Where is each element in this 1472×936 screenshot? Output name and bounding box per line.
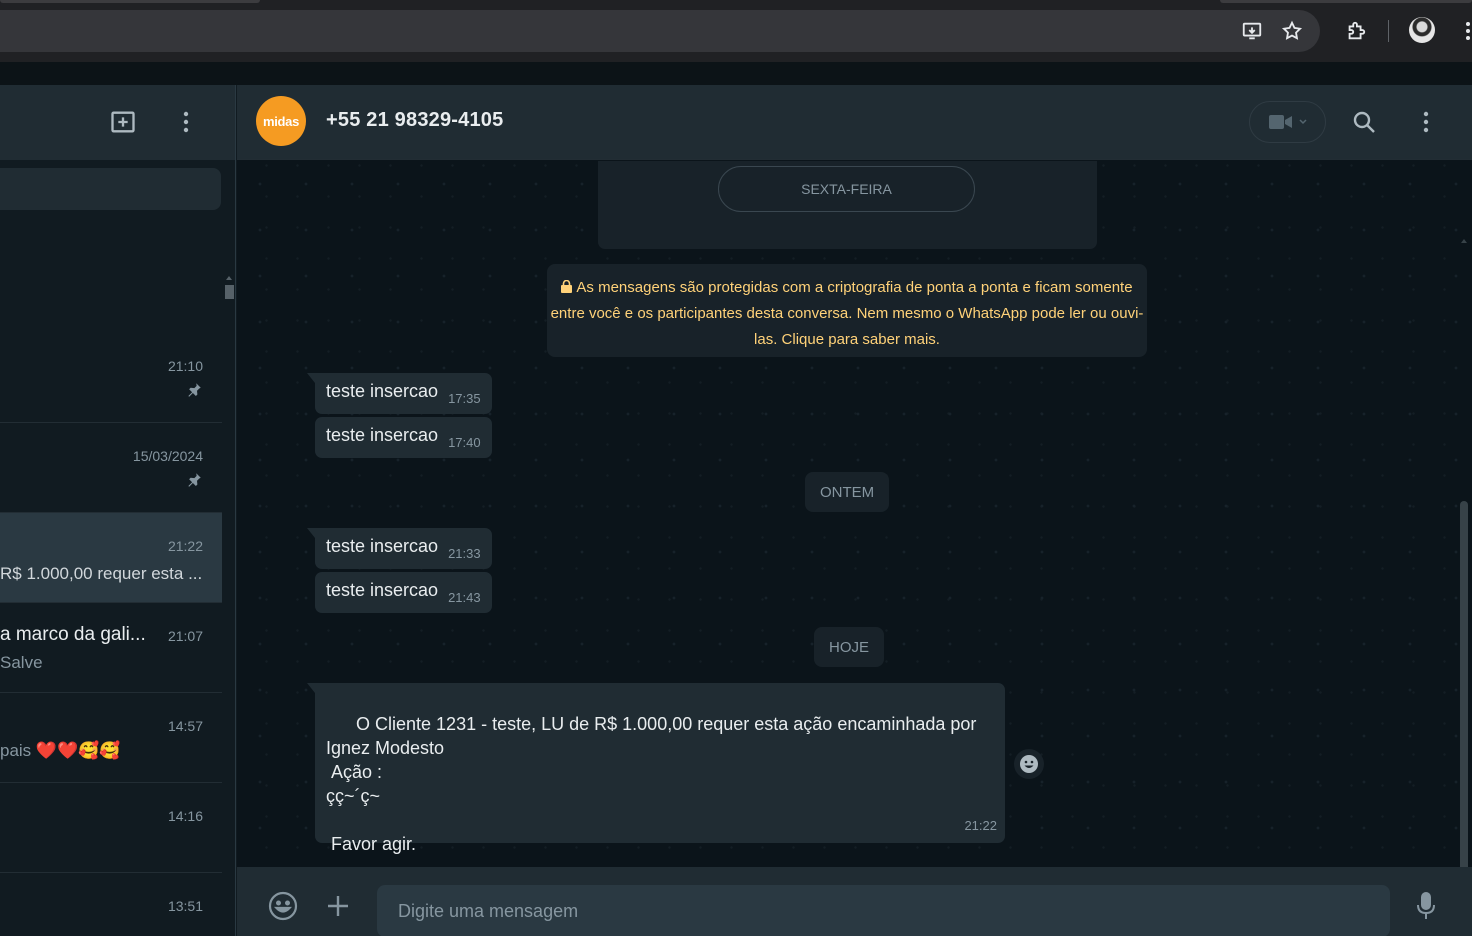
day-separator: HOJE <box>814 627 885 667</box>
chat-time: 14:57 <box>167 718 203 734</box>
chat-time: 21:07 <box>167 628 203 644</box>
scroll-up-arrow[interactable] <box>1461 239 1467 243</box>
contact-name[interactable]: +55 21 98329-4105 <box>326 109 503 132</box>
contact-avatar[interactable]: midas <box>256 96 306 146</box>
conversation-panel: midas +55 21 98329-4105 SEXTA-FEIRA As m… <box>237 85 1472 936</box>
chat-preview: pais ❤️❤️🥰🥰 <box>0 741 121 760</box>
chat-time: 21:22 <box>167 538 203 554</box>
reaction-emoji-icon[interactable] <box>1014 749 1044 779</box>
message-bubble[interactable]: teste insercao 17:40 <box>315 417 492 458</box>
chat-preview: Salve <box>0 653 43 672</box>
scroll-up-arrow[interactable] <box>226 276 232 280</box>
new-chat-icon[interactable] <box>108 107 138 137</box>
chat-list-item[interactable]: 15/03/2024 <box>0 423 222 513</box>
chat-list-item[interactable]: 14:57 pais ❤️❤️🥰🥰 <box>0 693 222 783</box>
chat-name: a marco da gali... <box>0 624 146 645</box>
attach-plus-icon[interactable] <box>321 889 355 923</box>
message-bubble[interactable]: O Cliente 1231 - teste, LU de R$ 1.000,0… <box>307 683 1005 854</box>
message-time: 17:40 <box>448 435 481 450</box>
app-top-band <box>0 62 1472 85</box>
message-bubble[interactable]: teste insercao 17:35 <box>307 373 492 414</box>
message-text: teste insercao <box>326 580 439 600</box>
encryption-text: As mensagens são protegidas com a cripto… <box>550 279 1144 348</box>
day-separator: ONTEM <box>805 472 890 512</box>
chat-list-item[interactable]: 21:10 <box>0 333 222 423</box>
tab-edge <box>0 0 260 3</box>
message-time: 17:35 <box>448 391 481 406</box>
tab-edge <box>1220 0 1472 3</box>
conversation-header: midas +55 21 98329-4105 <box>237 85 1472 160</box>
chat-time: 13:51 <box>167 898 203 914</box>
chat-time: 14:16 <box>167 808 203 824</box>
video-call-icon <box>1268 115 1292 129</box>
message-time: 21:22 <box>964 818 997 833</box>
chat-list-item[interactable]: 21:07 a marco da gali... Salve <box>0 603 222 693</box>
bookmark-star-icon[interactable] <box>1278 17 1306 45</box>
sidebar-header <box>0 85 235 160</box>
chevron-down-icon <box>1298 119 1307 125</box>
encryption-notice[interactable]: As mensagens são protegidas com a cripto… <box>547 264 1147 357</box>
sidebar-scrollbar[interactable] <box>225 285 234 299</box>
browser-toolbar <box>0 0 1472 62</box>
install-app-icon[interactable] <box>1238 17 1266 45</box>
message-area: SEXTA-FEIRA As mensagens são protegidas … <box>237 161 1472 935</box>
message-text: teste insercao <box>326 425 439 445</box>
pin-icon <box>188 473 201 487</box>
search-icon[interactable] <box>1349 107 1379 137</box>
chat-list-panel: 21:10 15/03/2024 21:22 R$ 1.000,00 reque… <box>0 85 236 936</box>
chat-time: 15/03/2024 <box>132 448 203 464</box>
chat-list-item[interactable]: 13:51 <box>0 873 222 936</box>
profile-avatar[interactable] <box>1409 17 1435 43</box>
more-menu-icon[interactable] <box>1411 107 1441 137</box>
message-text: O Cliente 1231 - teste, LU de R$ 1.000,0… <box>326 714 977 854</box>
video-call-button[interactable] <box>1249 101 1326 143</box>
message-time: 21:43 <box>448 590 481 605</box>
chat-time: 21:10 <box>167 358 203 374</box>
chat-preview: R$ 1.000,00 requer esta ... <box>0 564 203 583</box>
message-text: teste insercao <box>326 536 439 556</box>
chat-list-item[interactable]: 14:16 <box>0 783 222 873</box>
message-input[interactable] <box>377 885 1390 936</box>
message-time: 21:33 <box>448 546 481 561</box>
more-menu-icon[interactable] <box>171 107 201 137</box>
toolbar-separator <box>1388 20 1389 42</box>
composer-bar <box>237 867 1472 936</box>
day-separator: SEXTA-FEIRA <box>718 166 975 212</box>
extensions-icon[interactable] <box>1342 17 1370 45</box>
chat-list-item-active[interactable]: 21:22 R$ 1.000,00 requer esta ... <box>0 513 222 603</box>
message-bubble[interactable]: teste insercao 21:33 <box>307 528 492 569</box>
address-bar[interactable] <box>0 10 1320 52</box>
chat-search-bar[interactable] <box>0 168 221 210</box>
lock-icon <box>561 279 573 293</box>
microphone-icon[interactable] <box>1409 889 1443 923</box>
message-bubble[interactable]: teste insercao 21:43 <box>315 572 492 613</box>
pin-icon <box>188 383 201 397</box>
more-menu-icon[interactable] <box>1454 17 1472 45</box>
message-text: teste insercao <box>326 381 439 401</box>
emoji-icon[interactable] <box>266 889 300 923</box>
